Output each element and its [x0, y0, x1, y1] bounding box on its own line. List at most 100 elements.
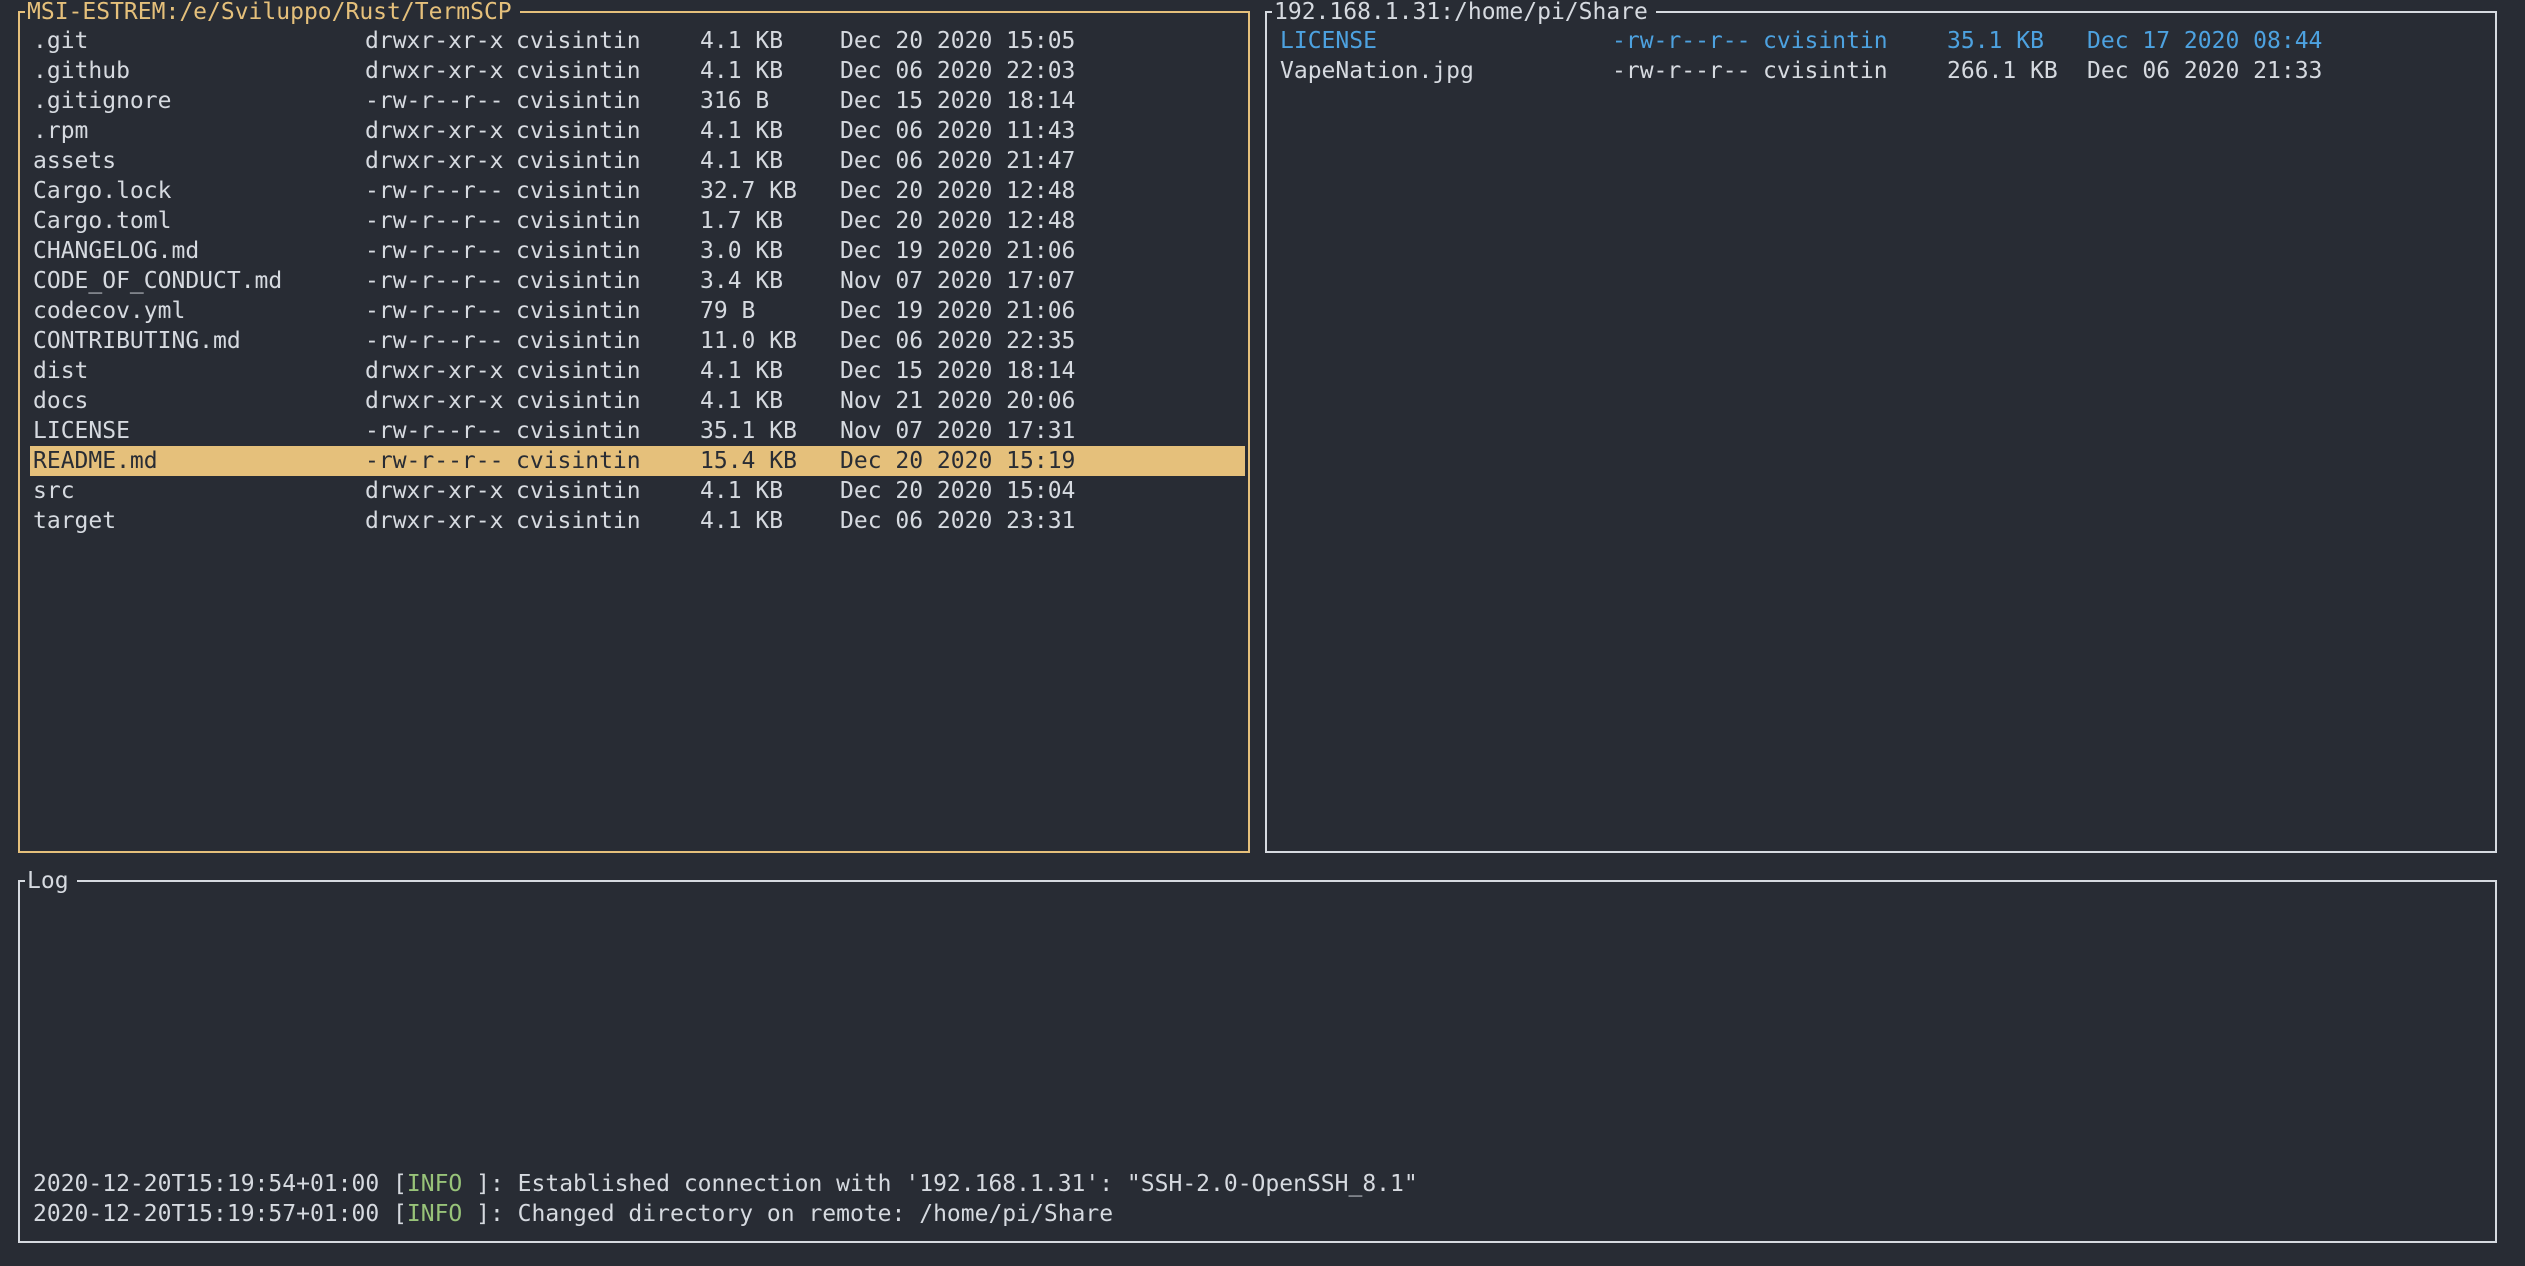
file-date: Dec 20 2020 15:05	[840, 26, 1245, 56]
file-name: target	[33, 506, 365, 536]
file-name: CONTRIBUTING.md	[33, 326, 365, 356]
file-name: .git	[33, 26, 365, 56]
log-message: ]: Changed directory on remote: /home/pi…	[462, 1201, 1113, 1227]
file-perms: -rw-r--r--	[365, 206, 516, 236]
file-size: 3.0 KB	[700, 236, 840, 266]
file-row[interactable]: VapeNation.jpg-rw-r--r--cvisintin266.1 K…	[1277, 56, 2492, 86]
file-row[interactable]: distdrwxr-xr-xcvisintin4.1 KBDec 15 2020…	[30, 356, 1245, 386]
file-perms: drwxr-xr-x	[365, 476, 516, 506]
file-size: 3.4 KB	[700, 266, 840, 296]
file-perms: -rw-r--r--	[1612, 26, 1763, 56]
file-size: 4.1 KB	[700, 56, 840, 86]
file-date: Dec 15 2020 18:14	[840, 86, 1245, 116]
file-name: .gitignore	[33, 86, 365, 116]
file-perms: drwxr-xr-x	[365, 356, 516, 386]
file-owner: cvisintin	[516, 236, 700, 266]
file-name: assets	[33, 146, 365, 176]
log-panel: Log 2020-12-20T15:19:54+01:00 [INFO ]: E…	[18, 880, 2497, 1243]
file-name: Cargo.toml	[33, 206, 365, 236]
file-date: Dec 06 2020 23:31	[840, 506, 1245, 536]
file-date: Dec 19 2020 21:06	[840, 236, 1245, 266]
file-size: 4.1 KB	[700, 506, 840, 536]
file-row[interactable]: LICENSE-rw-r--r--cvisintin35.1 KBNov 07 …	[30, 416, 1245, 446]
file-row[interactable]: assetsdrwxr-xr-xcvisintin4.1 KBDec 06 20…	[30, 146, 1245, 176]
file-owner: cvisintin	[516, 446, 700, 476]
file-row[interactable]: .gitdrwxr-xr-xcvisintin4.1 KBDec 20 2020…	[30, 26, 1245, 56]
file-perms: drwxr-xr-x	[365, 386, 516, 416]
file-row[interactable]: codecov.yml-rw-r--r--cvisintin79 BDec 19…	[30, 296, 1245, 326]
local-file-list: .gitdrwxr-xr-xcvisintin4.1 KBDec 20 2020…	[30, 26, 1245, 536]
file-owner: cvisintin	[516, 296, 700, 326]
file-perms: -rw-r--r--	[365, 176, 516, 206]
file-row[interactable]: Cargo.toml-rw-r--r--cvisintin1.7 KBDec 2…	[30, 206, 1245, 236]
file-date: Dec 06 2020 22:03	[840, 56, 1245, 86]
file-row[interactable]: srcdrwxr-xr-xcvisintin4.1 KBDec 20 2020 …	[30, 476, 1245, 506]
file-perms: drwxr-xr-x	[365, 116, 516, 146]
file-date: Dec 06 2020 21:47	[840, 146, 1245, 176]
file-owner: cvisintin	[516, 386, 700, 416]
file-row[interactable]: CODE_OF_CONDUCT.md-rw-r--r--cvisintin3.4…	[30, 266, 1245, 296]
file-perms: -rw-r--r--	[1612, 56, 1763, 86]
file-name: src	[33, 476, 365, 506]
log-level: INFO	[407, 1201, 462, 1227]
file-owner: cvisintin	[516, 116, 700, 146]
file-row[interactable]: CONTRIBUTING.md-rw-r--r--cvisintin11.0 K…	[30, 326, 1245, 356]
file-row[interactable]: .rpmdrwxr-xr-xcvisintin4.1 KBDec 06 2020…	[30, 116, 1245, 146]
file-perms: drwxr-xr-x	[365, 26, 516, 56]
file-size: 4.1 KB	[700, 356, 840, 386]
file-owner: cvisintin	[516, 56, 700, 86]
remote-file-list: LICENSE-rw-r--r--cvisintin35.1 KBDec 17 …	[1277, 26, 2492, 86]
file-name: docs	[33, 386, 365, 416]
file-size: 4.1 KB	[700, 26, 840, 56]
file-owner: cvisintin	[516, 146, 700, 176]
file-size: 1.7 KB	[700, 206, 840, 236]
log-timestamp: 2020-12-20T15:19:54+01:00 [	[33, 1171, 407, 1197]
file-name: README.md	[33, 446, 365, 476]
file-name: LICENSE	[1280, 26, 1612, 56]
file-size: 11.0 KB	[700, 326, 840, 356]
file-perms: -rw-r--r--	[365, 326, 516, 356]
file-row[interactable]: CHANGELOG.md-rw-r--r--cvisintin3.0 KBDec…	[30, 236, 1245, 266]
file-owner: cvisintin	[516, 206, 700, 236]
file-row[interactable]: .gitignore-rw-r--r--cvisintin316 BDec 15…	[30, 86, 1245, 116]
file-date: Dec 06 2020 11:43	[840, 116, 1245, 146]
termscp-screen: { "app": { "name": "termscp" }, "colors"…	[0, 0, 2525, 1266]
file-owner: cvisintin	[516, 86, 700, 116]
remote-panel-title: 192.168.1.31:/home/pi/Share	[1272, 0, 1656, 27]
file-perms: -rw-r--r--	[365, 446, 516, 476]
file-row[interactable]: README.md-rw-r--r--cvisintin15.4 KBDec 2…	[30, 446, 1245, 476]
file-date: Nov 21 2020 20:06	[840, 386, 1245, 416]
file-owner: cvisintin	[516, 506, 700, 536]
file-size: 32.7 KB	[700, 176, 840, 206]
file-name: CODE_OF_CONDUCT.md	[33, 266, 365, 296]
log-entry: 2020-12-20T15:19:57+01:00 [INFO ]: Chang…	[33, 1199, 2489, 1229]
file-owner: cvisintin	[516, 26, 700, 56]
file-name: dist	[33, 356, 365, 386]
file-size: 4.1 KB	[700, 476, 840, 506]
file-perms: -rw-r--r--	[365, 416, 516, 446]
log-message: ]: Established connection with '192.168.…	[462, 1171, 1417, 1197]
log-panel-title: Log	[25, 866, 77, 896]
file-perms: -rw-r--r--	[365, 266, 516, 296]
file-owner: cvisintin	[516, 416, 700, 446]
file-date: Dec 20 2020 15:19	[840, 446, 1245, 476]
file-date: Dec 17 2020 08:44	[2087, 26, 2492, 56]
file-name: CHANGELOG.md	[33, 236, 365, 266]
file-row[interactable]: docsdrwxr-xr-xcvisintin4.1 KBNov 21 2020…	[30, 386, 1245, 416]
file-perms: -rw-r--r--	[365, 86, 516, 116]
log-entries: 2020-12-20T15:19:54+01:00 [INFO ]: Estab…	[33, 1169, 2489, 1229]
log-entry: 2020-12-20T15:19:54+01:00 [INFO ]: Estab…	[33, 1169, 2489, 1199]
file-row[interactable]: LICENSE-rw-r--r--cvisintin35.1 KBDec 17 …	[1277, 26, 2492, 56]
file-row[interactable]: .githubdrwxr-xr-xcvisintin4.1 KBDec 06 2…	[30, 56, 1245, 86]
file-size: 15.4 KB	[700, 446, 840, 476]
file-row[interactable]: Cargo.lock-rw-r--r--cvisintin32.7 KBDec …	[30, 176, 1245, 206]
file-date: Nov 07 2020 17:31	[840, 416, 1245, 446]
file-size: 35.1 KB	[1947, 26, 2087, 56]
file-owner: cvisintin	[516, 476, 700, 506]
file-perms: -rw-r--r--	[365, 236, 516, 266]
file-size: 35.1 KB	[700, 416, 840, 446]
local-panel-title: MSI-ESTREM:/e/Sviluppo/Rust/TermSCP	[25, 0, 520, 27]
file-owner: cvisintin	[1763, 26, 1947, 56]
file-size: 266.1 KB	[1947, 56, 2087, 86]
file-row[interactable]: targetdrwxr-xr-xcvisintin4.1 KBDec 06 20…	[30, 506, 1245, 536]
